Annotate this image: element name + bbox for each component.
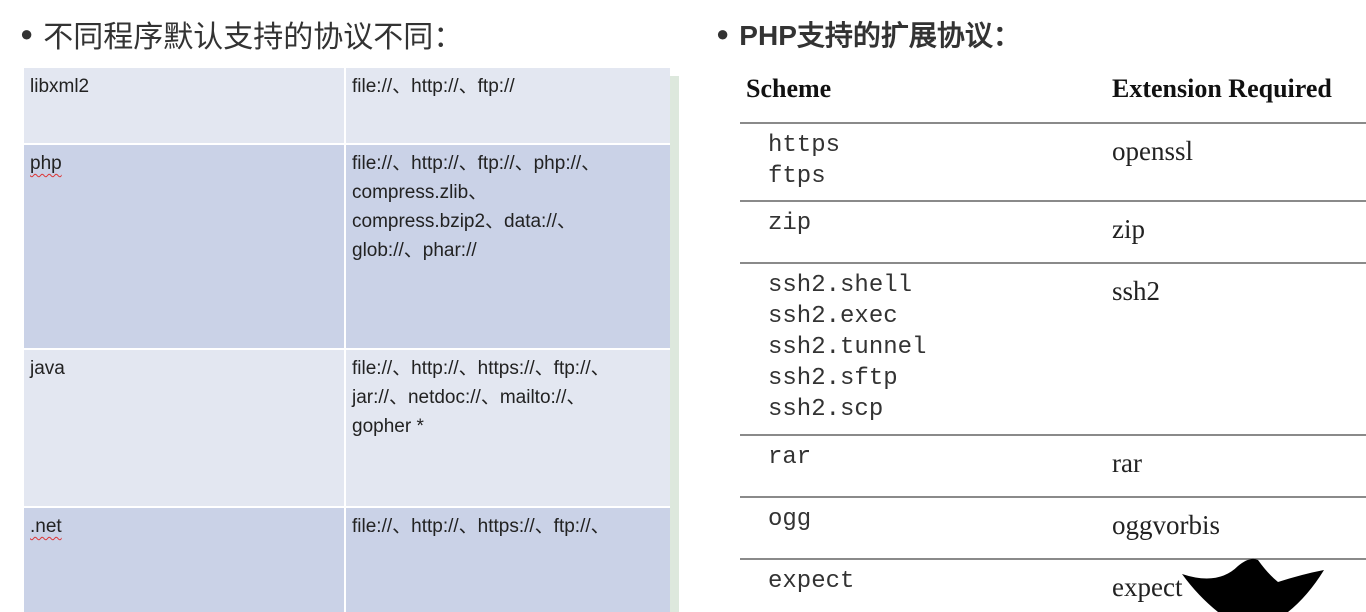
scheme-cell: zip	[768, 210, 812, 237]
protocols-cell: file://、http://、https://、ftp://、	[352, 516, 610, 537]
table-shadow	[670, 76, 679, 612]
table-row: libxml2 file://、http://、ftp://	[24, 68, 670, 143]
scheme-header: Scheme	[746, 74, 832, 103]
left-heading: ● 不同程序默认支持的协议不同：	[20, 12, 463, 56]
table-row: ogg oggvorbis	[740, 498, 1366, 560]
extension-cell: rar	[1112, 448, 1142, 478]
protocols-cell: file://、http://、https://、ftp://、 jar://、…	[352, 358, 610, 437]
scheme-cell: rar	[768, 444, 812, 471]
extension-cell: openssl	[1112, 136, 1193, 166]
php-extension-protocols-table: Scheme Extension Required https ftps ope…	[740, 68, 1366, 612]
extension-cell: ssh2	[1112, 276, 1161, 306]
protocols-cell: file://、http://、ftp://	[352, 76, 515, 97]
bullet-icon: ●	[20, 21, 34, 46]
right-heading-text: PHP支持的扩展协议：	[739, 20, 1021, 51]
table-row: zip zip	[740, 202, 1366, 264]
scheme-cell: expect	[768, 568, 855, 595]
scheme-cell: ssh2.shell ssh2.exec ssh2.tunnel ssh2.sf…	[768, 272, 927, 423]
protocols-cell: file://、http://、ftp://、php://、 compress.…	[352, 153, 601, 261]
program-cell: libxml2	[24, 68, 346, 143]
default-protocols-table: libxml2 file://、http://、ftp:// php file:…	[24, 68, 670, 612]
table-header: Scheme Extension Required	[740, 68, 1366, 124]
table-row: rar rar	[740, 436, 1366, 498]
table-row: .net file://、http://、https://、ftp://、	[24, 508, 670, 612]
table-row: ssh2.shell ssh2.exec ssh2.tunnel ssh2.sf…	[740, 264, 1366, 436]
left-heading-text: 不同程序默认支持的协议不同：	[43, 21, 464, 54]
right-heading: ● PHP支持的扩展协议：	[716, 14, 1021, 54]
bullet-icon: ●	[716, 21, 730, 46]
table-row: php file://、http://、ftp://、php://、 compr…	[24, 145, 670, 348]
program-cell: php	[24, 145, 346, 348]
scheme-cell: https ftps	[768, 132, 841, 190]
extension-header: Extension Required	[1112, 74, 1332, 103]
pen-scribble-icon	[1182, 558, 1324, 612]
extension-cell: zip	[1112, 214, 1145, 244]
program-cell: .net	[24, 508, 346, 612]
extension-cell: oggvorbis	[1112, 510, 1220, 540]
scheme-cell: ogg	[768, 506, 812, 533]
table-row: https ftps openssl	[740, 124, 1366, 202]
extension-cell: expect	[1112, 572, 1183, 602]
table-row: java file://、http://、https://、ftp://、 ja…	[24, 350, 670, 506]
program-cell: java	[24, 350, 346, 506]
